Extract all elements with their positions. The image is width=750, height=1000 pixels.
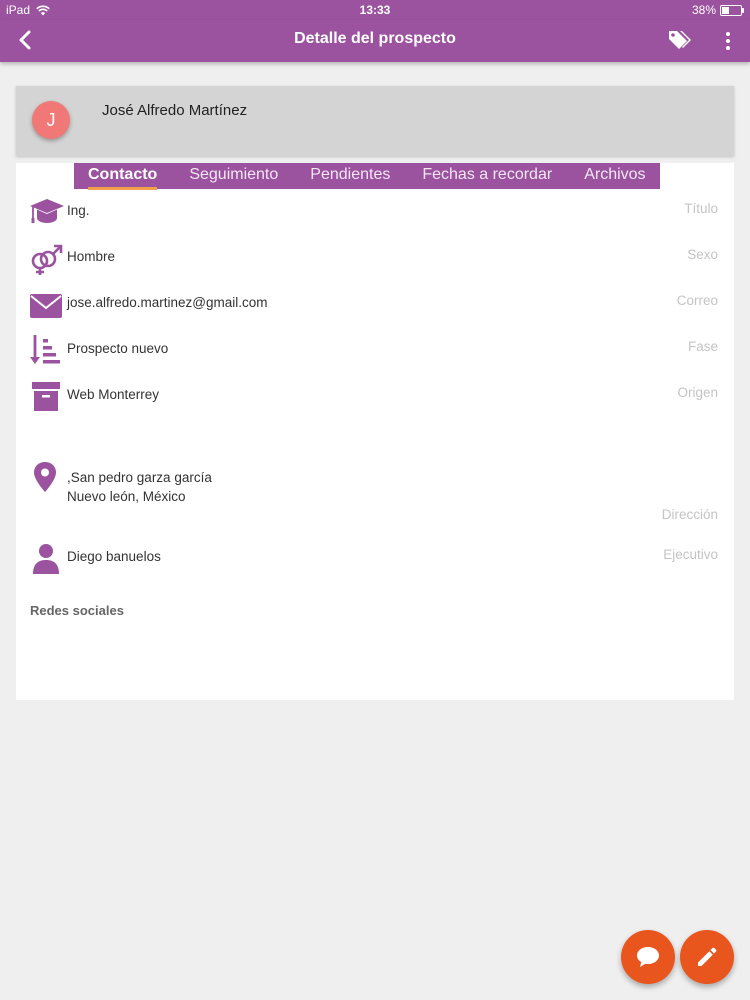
avatar: J: [32, 101, 70, 139]
origen-value: Web Monterrey: [67, 387, 160, 402]
field-correo[interactable]: jose.alfredo.martinez@gmail.com Correo: [28, 287, 718, 323]
correo-value: jose.alfredo.martinez@gmail.com: [67, 295, 268, 310]
battery-fill: [722, 6, 729, 14]
tab-seguimiento[interactable]: Seguimiento: [173, 163, 294, 189]
fase-value: Prospecto nuevo: [67, 341, 169, 356]
sexo-value: Hombre: [67, 249, 116, 264]
graduation-cap-icon: [30, 199, 64, 223]
origen-label: Origen: [677, 385, 718, 400]
field-origen[interactable]: Web Monterrey Origen: [28, 379, 718, 415]
status-right: 38%: [691, 3, 744, 17]
sort-list-icon: [30, 335, 60, 364]
envelope-icon: [30, 294, 62, 318]
titulo-value: Ing.: [67, 203, 90, 218]
app-bar: Detalle del prospecto: [0, 20, 750, 62]
tab-archivos[interactable]: Archivos: [568, 163, 645, 189]
field-sexo[interactable]: Hombre Sexo: [28, 241, 718, 277]
ejecutivo-value: Diego banuelos: [67, 549, 161, 564]
archive-box-icon: [32, 382, 60, 411]
tab-bar: Contacto Seguimiento Pendientes Fechas a…: [74, 163, 660, 190]
page-title: Detalle del prospecto: [294, 30, 456, 47]
location-pin-icon: [34, 462, 56, 492]
field-titulo[interactable]: Ing. Título: [28, 195, 718, 231]
field-fase[interactable]: Prospecto nuevo Fase: [28, 333, 718, 369]
prospect-header: J José Alfredo Martínez: [16, 86, 734, 156]
tab-fechas-a-recordar[interactable]: Fechas a recordar: [406, 163, 568, 189]
tab-contacto[interactable]: Contacto: [88, 163, 173, 190]
direccion-label: Dirección: [661, 507, 718, 522]
comment-button[interactable]: [621, 930, 675, 984]
direccion-line2: Nuevo león, México: [67, 489, 186, 504]
edit-button[interactable]: [680, 930, 734, 984]
chat-bubble-icon: [637, 947, 659, 967]
tab-pendientes[interactable]: Pendientes: [294, 163, 406, 189]
fase-label: Fase: [687, 339, 718, 354]
ejecutivo-label: Ejecutivo: [663, 547, 718, 562]
person-icon: [33, 544, 59, 574]
battery-icon: [720, 4, 744, 16]
field-direccion[interactable]: ,San pedro garza garcía Nuevo león, Méxi…: [28, 460, 718, 530]
field-ejecutivo[interactable]: Diego banuelos Ejecutivo: [28, 541, 718, 577]
status-time: 13:33: [359, 3, 391, 17]
prospect-name: José Alfredo Martínez: [102, 102, 248, 119]
titulo-label: Título: [684, 201, 718, 216]
more-vertical-icon[interactable]: [720, 30, 736, 52]
pencil-icon: [698, 947, 717, 966]
direccion-line1: ,San pedro garza garcía: [67, 470, 212, 485]
sexo-label: Sexo: [687, 247, 718, 262]
contact-details-card: Contacto Seguimiento Pendientes Fechas a…: [16, 163, 734, 700]
tags-icon[interactable]: [666, 28, 692, 52]
status-bar: iPad 13:33 38%: [0, 0, 750, 20]
battery-percent: 38%: [691, 3, 716, 17]
gender-icon: [31, 244, 63, 275]
correo-label: Correo: [676, 293, 718, 308]
redes-sociales-heading: Redes sociales: [30, 603, 124, 618]
